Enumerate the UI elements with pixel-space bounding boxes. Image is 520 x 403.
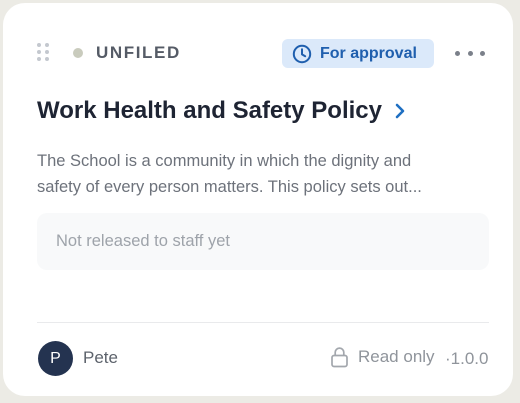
more-dot (467, 50, 473, 56)
status-dot (73, 48, 83, 58)
access-indicator: Read only (330, 346, 435, 368)
access-label: Read only (358, 347, 435, 366)
chevron-right-icon (395, 103, 405, 119)
card-divider (37, 322, 489, 323)
more-options-button[interactable] (455, 43, 485, 63)
avatar: P (38, 341, 73, 376)
policy-description: The School is a community in which the d… (37, 148, 487, 200)
release-status-text: Not released to staff yet (56, 232, 230, 250)
policy-title-link[interactable]: Work Health and Safety Policy (37, 97, 406, 125)
drag-handle-icon[interactable] (37, 43, 49, 61)
version-label: ·1.0.0 (445, 349, 489, 368)
status-label: UNFILED (96, 43, 181, 62)
owner-name: Pete (83, 348, 118, 367)
more-dot (455, 50, 460, 56)
avatar-initial: P (50, 349, 61, 367)
policy-title: Work Health and Safety Policy (37, 97, 382, 124)
lock-icon (331, 347, 348, 368)
approval-badge-label: For approval (320, 44, 417, 62)
more-dot (480, 50, 485, 56)
description-line: safety of every person matters. This pol… (37, 178, 422, 196)
description-line: The School is a community in which the d… (37, 152, 412, 170)
policy-card[interactable]: UNFILED For approval Work Health and Saf… (3, 3, 513, 396)
release-status-box: Not released to staff yet (37, 213, 489, 270)
approval-status-badge: For approval (282, 39, 434, 68)
clock-icon (292, 44, 312, 63)
